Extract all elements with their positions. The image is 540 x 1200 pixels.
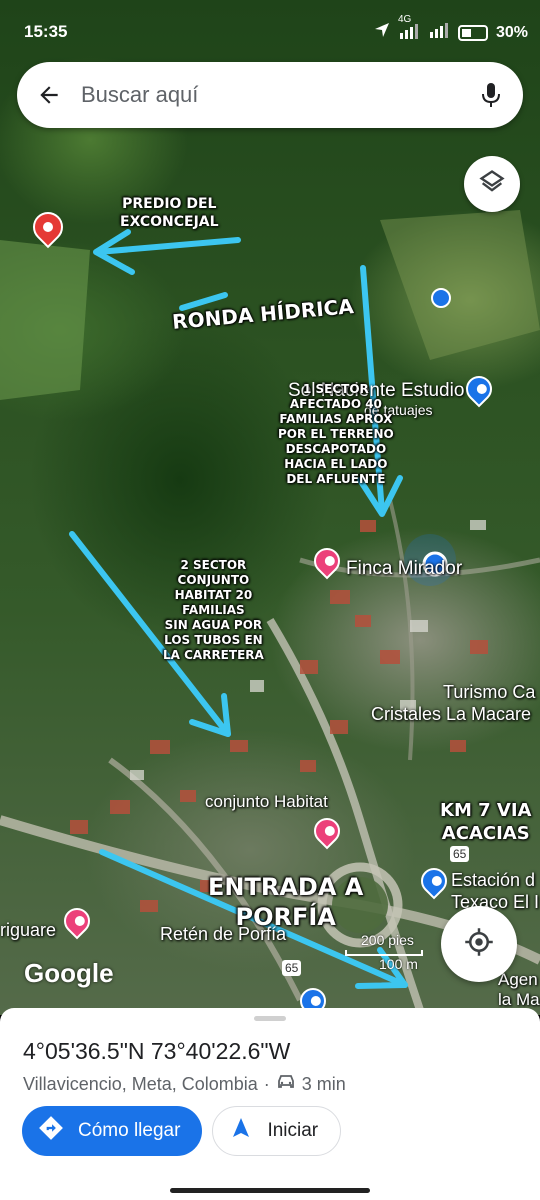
route-shield-65: 65 — [282, 960, 302, 976]
annotation-sector-1: 1 SECTOR AFECTADO 40 FAMILIAS APROX POR … — [278, 382, 394, 486]
car-icon — [276, 1074, 296, 1095]
coordinates-title: 4°05'36.5"N 73°40'22.6"W — [23, 1038, 291, 1064]
satellite-map[interactable]: Sol Naciente Estudio de tatuajes Finca M… — [0, 0, 540, 1015]
separator-dot: · — [263, 1074, 270, 1094]
annotation-sector-2: 2 SECTOR CONJUNTO HABITAT 20 FAMILIAS SI… — [163, 558, 264, 662]
place-label-habitat[interactable]: conjunto Habitat — [205, 792, 328, 812]
location-arrow-icon — [374, 22, 390, 43]
action-buttons: Cómo llegar Iniciar — [22, 1106, 342, 1156]
place-label-turismo[interactable]: Turismo Ca — [443, 682, 535, 703]
network-type: 4G — [397, 14, 412, 25]
navigation-arrow-icon — [229, 1116, 253, 1146]
status-bar: 15:35 4G 30% — [0, 0, 540, 62]
battery-percent: 30% — [495, 23, 528, 41]
annotation-predio: PREDIO DEL EXCONCEJAL — [120, 196, 219, 230]
search-bar[interactable]: Buscar aquí — [17, 62, 523, 128]
place-label-finca[interactable]: Finca Mirador — [346, 558, 462, 580]
start-label: Iniciar — [267, 1120, 319, 1141]
place-bottom-sheet[interactable]: 4°05'36.5"N 73°40'22.6"W Villavicencio, … — [0, 1008, 540, 1200]
microphone-icon[interactable] — [459, 81, 523, 109]
place-label-agen-sub[interactable]: la Ma — [498, 990, 540, 1010]
annotation-km7: KM 7 VIA ACACIAS — [440, 800, 532, 844]
location-subline: Villavicencio, Meta, Colombia · 3 min — [23, 1074, 346, 1095]
place-label-agen[interactable]: Agen — [498, 970, 538, 990]
scale-meters: 100 m — [379, 956, 418, 972]
map-scale: 200 pies 100 m — [345, 932, 423, 972]
route-shield-65: 65 — [450, 846, 470, 862]
location-name: Villavicencio, Meta, Colombia — [23, 1074, 258, 1094]
directions-label: Cómo llegar — [78, 1120, 181, 1141]
map-overlay — [0, 210, 540, 1012]
crosshair-icon — [464, 927, 494, 962]
status-time: 15:35 — [24, 22, 68, 41]
my-location-button[interactable] — [441, 906, 517, 982]
battery-icon — [457, 24, 488, 41]
search-input[interactable]: Buscar aquí — [81, 82, 459, 108]
google-logo: Google — [24, 958, 114, 988]
place-label-estacion[interactable]: Estación d — [451, 870, 535, 891]
place-label-riguare[interactable]: riguare — [0, 920, 56, 941]
signal-icon — [428, 22, 450, 43]
back-arrow-icon[interactable] — [17, 82, 81, 108]
status-icons: 4G 30% — [374, 15, 528, 43]
directions-icon — [38, 1115, 64, 1147]
layers-button[interactable] — [464, 156, 520, 212]
system-nav-bar[interactable] — [170, 1188, 370, 1193]
signal-4g-icon: 4G — [398, 15, 420, 42]
annotation-entrada: ENTRADA A PORFÍA — [208, 873, 364, 931]
start-button[interactable]: Iniciar — [212, 1106, 342, 1156]
sheet-drag-handle[interactable] — [254, 1016, 286, 1021]
layers-icon — [478, 168, 506, 201]
directions-button[interactable]: Cómo llegar — [22, 1106, 203, 1156]
place-label-turismo-sub[interactable]: Cristales La Macare — [371, 704, 531, 725]
scale-feet: 200 pies — [361, 932, 414, 948]
drive-time: 3 min — [301, 1074, 346, 1094]
